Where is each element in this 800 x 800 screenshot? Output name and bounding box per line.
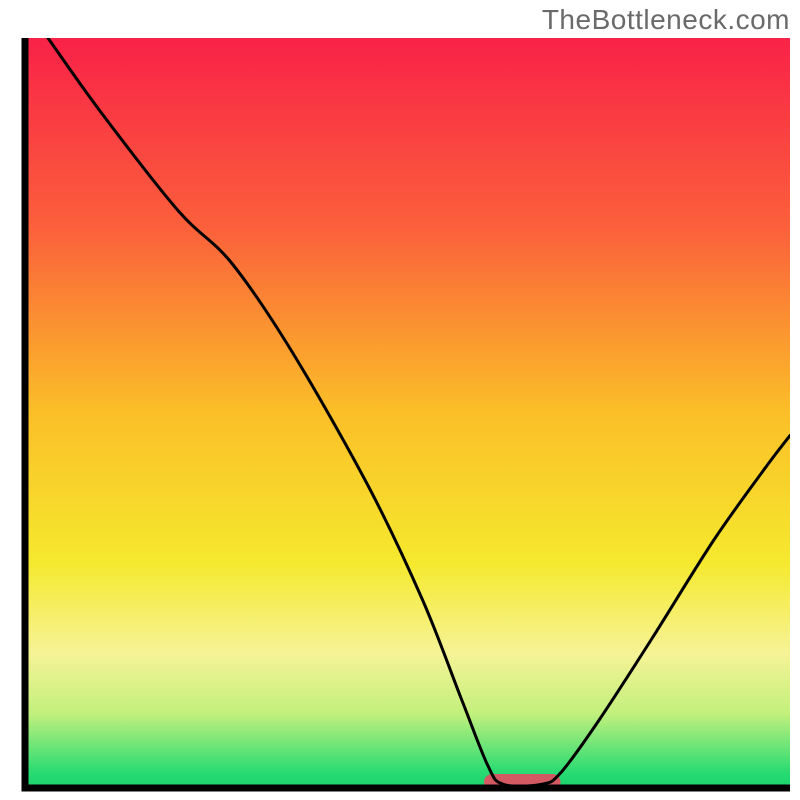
chart-container: TheBottleneck.com xyxy=(0,0,800,800)
watermark: TheBottleneck.com xyxy=(542,4,790,36)
plot-background xyxy=(25,38,790,788)
bottleneck-chart xyxy=(0,0,800,800)
